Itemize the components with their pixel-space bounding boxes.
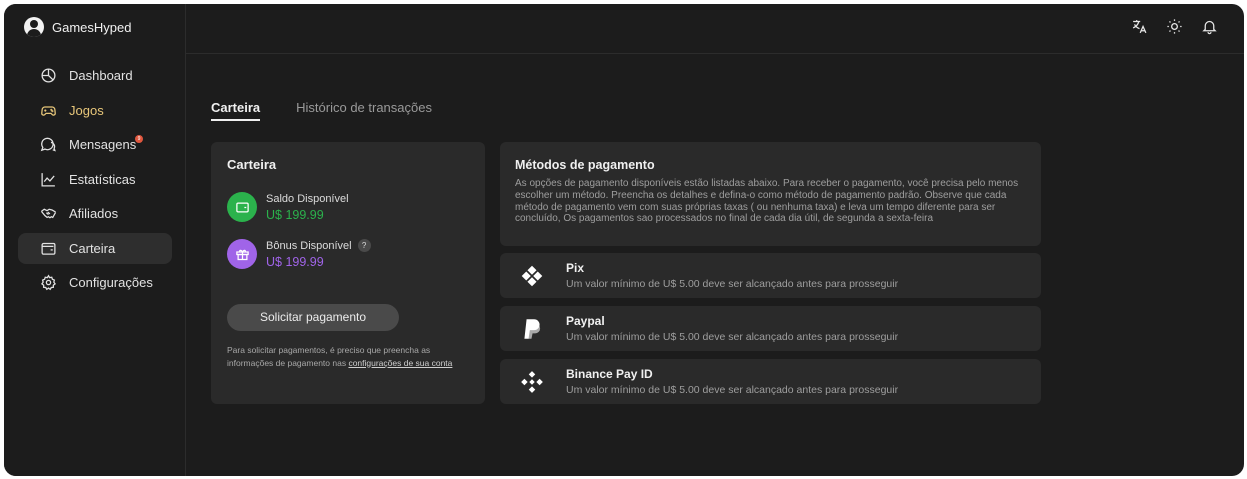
account-settings-link[interactable]: configurações de sua conta <box>348 358 452 368</box>
dashboard-icon <box>41 68 56 83</box>
bell-icon[interactable] <box>1201 18 1218 35</box>
paypal-icon <box>518 315 546 343</box>
sidebar-item-estatisticas[interactable]: Estatísticas <box>18 164 172 195</box>
payment-method-subtitle: Um valor mínimo de U$ 5.00 deve ser alca… <box>566 278 899 290</box>
notification-badge: 9 <box>135 135 143 143</box>
sidebar-item-label: Configurações <box>69 275 153 290</box>
handshake-icon <box>40 208 57 219</box>
wallet-card: Carteira Saldo Disponível U$ 199.99 Bônu… <box>211 142 485 404</box>
sidebar-item-afiliados[interactable]: Afiliados <box>18 198 172 229</box>
topbar <box>186 4 1244 54</box>
sidebar-item-configuracoes[interactable]: Configurações <box>18 267 172 298</box>
payment-method-subtitle: Um valor mínimo de U$ 5.00 deve ser alca… <box>566 384 899 396</box>
brand[interactable]: GamesHyped <box>24 17 131 37</box>
payment-method-pix[interactable]: Pix Um valor mínimo de U$ 5.00 deve ser … <box>500 253 1041 298</box>
wallet-title: Carteira <box>227 157 277 172</box>
sidebar-item-label: Carteira <box>69 240 116 256</box>
payment-method-binance[interactable]: Binance Pay ID Um valor mínimo de U$ 5.0… <box>500 359 1041 404</box>
topbar-actions <box>1131 18 1218 35</box>
payment-method-name: Pix <box>566 261 585 275</box>
gear-icon <box>41 274 56 291</box>
pix-icon <box>518 262 546 290</box>
tab-historico[interactable]: Histórico de transações <box>296 100 432 121</box>
sidebar: GamesHyped Dashboard Jogos Mensagens 9 E… <box>4 4 186 476</box>
payment-note: Para solicitar pagamentos, é preciso que… <box>227 344 457 369</box>
binance-icon <box>518 368 546 396</box>
sidebar-item-label: Dashboard <box>69 68 133 83</box>
payment-method-subtitle: Um valor mínimo de U$ 5.00 deve ser alca… <box>566 331 899 343</box>
brand-name: GamesHyped <box>52 19 132 35</box>
sidebar-item-jogos[interactable]: Jogos <box>18 95 172 126</box>
app-window: GamesHyped Dashboard Jogos Mensagens 9 E… <box>4 4 1244 476</box>
translate-icon[interactable] <box>1131 18 1148 35</box>
bonus-balance: Bônus Disponível ? U$ 199.99 <box>227 239 371 269</box>
help-icon[interactable]: ? <box>357 239 371 252</box>
gift-icon <box>227 239 257 269</box>
payment-methods-header: Métodos de pagamento As opções de pagame… <box>500 142 1041 246</box>
payment-method-name: Paypal <box>566 314 605 328</box>
sidebar-item-carteira[interactable]: Carteira <box>18 232 172 264</box>
available-balance-value: U$ 199.99 <box>266 207 324 222</box>
bonus-balance-label: Bônus Disponível <box>266 239 352 252</box>
gamepad-icon <box>41 105 56 116</box>
sidebar-item-mensagens[interactable]: Mensagens 9 <box>18 129 172 160</box>
bonus-balance-label-row: Bônus Disponível ? <box>266 239 371 252</box>
available-balance-label: Saldo Disponível <box>266 192 349 205</box>
wallet-icon <box>41 242 56 255</box>
payment-method-name: Binance Pay ID <box>566 367 653 381</box>
tab-carteira[interactable]: Carteira <box>211 100 261 121</box>
sidebar-item-label: Afiliados <box>69 206 119 221</box>
payment-methods-description: As opções de pagamento disponíveis estão… <box>515 178 1019 225</box>
wallet-badge-icon <box>227 192 257 222</box>
payment-method-paypal[interactable]: Paypal Um valor mínimo de U$ 5.00 deve s… <box>500 306 1041 351</box>
sidebar-nav: Dashboard Jogos Mensagens 9 Estatísticas… <box>18 60 172 302</box>
available-balance: Saldo Disponível U$ 199.99 <box>227 192 349 222</box>
chart-icon <box>41 172 55 187</box>
sidebar-item-label: Estatísticas <box>69 171 136 187</box>
wallet-tabs: Carteira Histórico de transações <box>211 100 432 121</box>
sidebar-item-label: Mensagens <box>69 137 137 152</box>
request-payment-button[interactable]: Solicitar pagamento <box>227 304 399 331</box>
sidebar-item-dashboard[interactable]: Dashboard <box>18 60 172 91</box>
sun-icon[interactable] <box>1166 18 1183 35</box>
bonus-balance-value: U$ 199.99 <box>266 255 324 269</box>
user-logo-icon <box>24 17 44 37</box>
payment-methods-title: Métodos de pagamento <box>515 158 655 172</box>
sidebar-item-label: Jogos <box>69 102 104 118</box>
chat-icon <box>40 137 56 152</box>
